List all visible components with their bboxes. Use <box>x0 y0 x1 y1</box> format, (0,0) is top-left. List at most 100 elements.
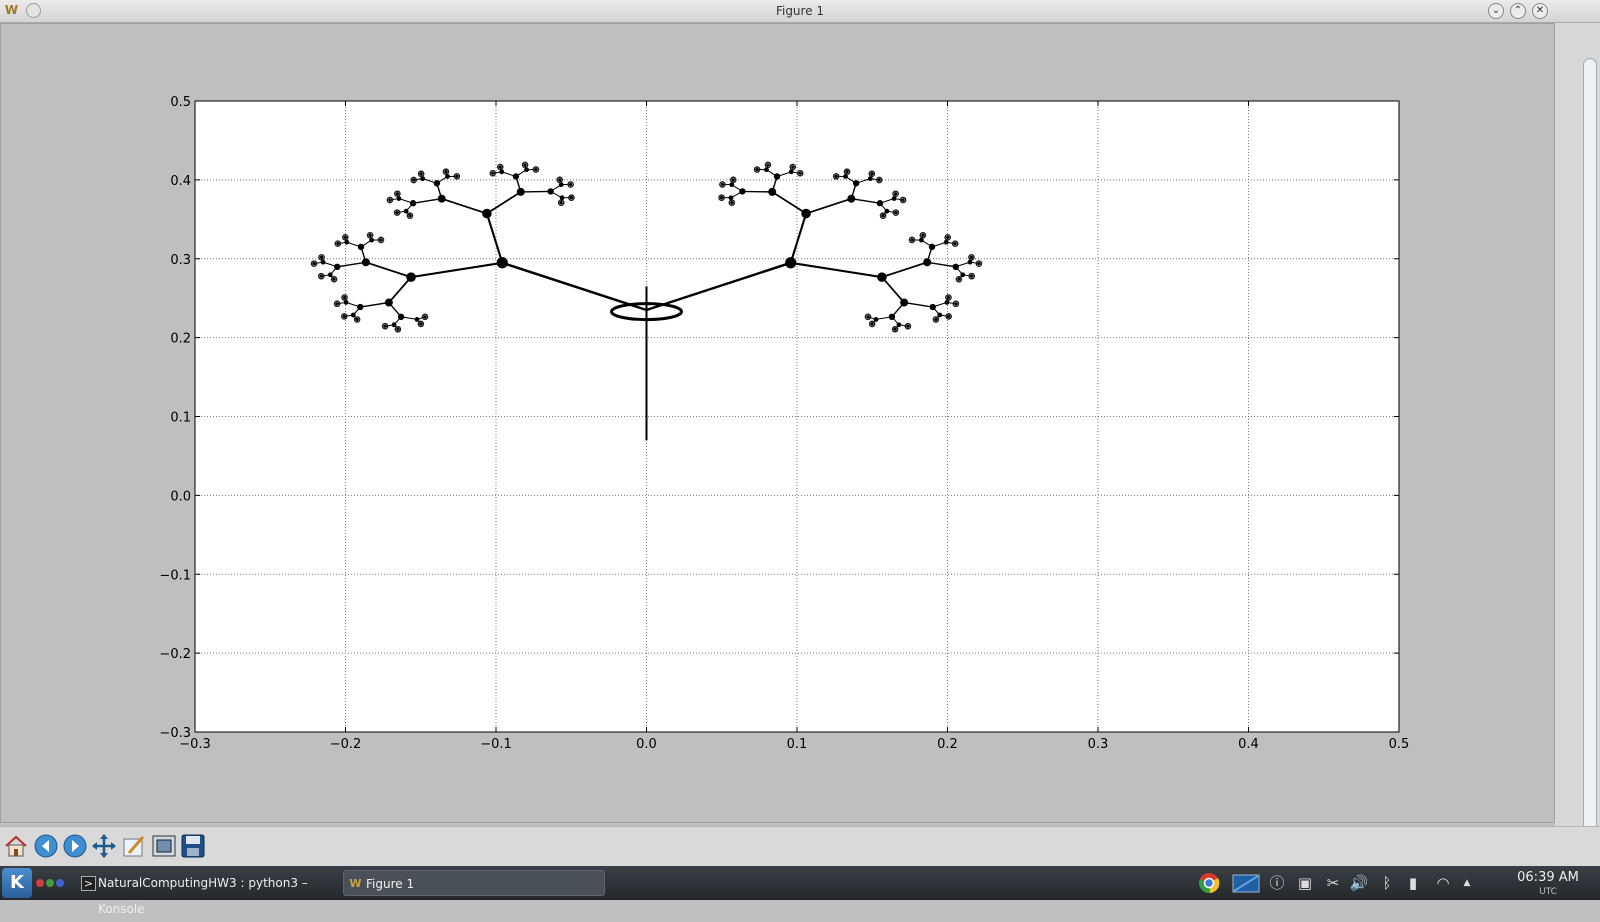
fractal-node <box>970 256 973 259</box>
fractal-node <box>970 275 973 278</box>
fractal-node <box>384 325 387 328</box>
fractal-node <box>901 198 904 201</box>
fractal-node <box>766 163 769 166</box>
fractal-node <box>344 236 347 239</box>
task-label: NaturalComputingHW3 : python3 – Konsole <box>98 876 308 916</box>
bluetooth-icon[interactable]: ᛒ <box>1376 872 1398 894</box>
configure-subplots-icon[interactable] <box>121 833 147 859</box>
info-icon[interactable]: ⓘ <box>1266 872 1288 894</box>
matplotlib-icon: W <box>349 877 362 890</box>
task-figure-1[interactable]: W Figure 1 <box>343 870 605 896</box>
y-tick-label: 0.5 <box>170 95 191 110</box>
fractal-node <box>423 315 426 318</box>
fractal-node <box>420 172 423 175</box>
pan-icon[interactable] <box>91 833 117 859</box>
fractal-node <box>791 165 794 168</box>
y-tick-label: 0.1 <box>170 411 191 426</box>
fractal-node <box>894 192 897 195</box>
fractal-node <box>499 165 502 168</box>
fractal-node <box>732 178 735 181</box>
volume-icon[interactable]: 🔊 <box>1348 872 1370 894</box>
tray-expand-icon[interactable]: ▲ <box>1456 872 1478 894</box>
save-icon[interactable] <box>180 833 206 859</box>
fractal-node <box>934 318 937 321</box>
fractal-branch <box>742 191 772 192</box>
fractal-node <box>396 211 399 214</box>
y-tick-label: −0.1 <box>159 568 191 583</box>
battery-icon[interactable]: ▮ <box>1402 872 1424 894</box>
terminal-icon: > <box>81 876 96 891</box>
y-tick-label: 0.0 <box>170 489 191 504</box>
task-label: Figure 1 <box>366 877 414 891</box>
fractal-node <box>560 201 563 204</box>
fractal-node <box>799 172 802 175</box>
y-tick-label: −0.3 <box>159 726 191 741</box>
zoom-to-rect-icon[interactable] <box>151 833 177 859</box>
fractal-node <box>954 302 957 305</box>
taskbar: K > NaturalComputingHW3 : python3 – Kons… <box>0 866 1600 900</box>
fractal-node <box>721 183 724 186</box>
activities-icon[interactable] <box>34 877 68 889</box>
fractal-node <box>845 170 848 173</box>
fractal-node <box>870 172 873 175</box>
task-konsole[interactable]: > NaturalComputingHW3 : python3 – Konsol… <box>76 870 338 896</box>
fractal-node <box>396 192 399 195</box>
x-tick-label: 0.2 <box>937 737 958 752</box>
fractal-node <box>332 278 335 281</box>
wifi-icon[interactable]: ◠ <box>1432 872 1454 894</box>
fractal-node <box>534 168 537 171</box>
x-tick-label: −0.1 <box>480 737 512 752</box>
fractal-node <box>946 236 949 239</box>
y-tick-label: 0.4 <box>170 174 191 189</box>
kde-menu-button[interactable]: K <box>2 868 32 898</box>
fractal-node <box>894 211 897 214</box>
klipper-clipboard-icon[interactable]: ✂ <box>1322 872 1344 894</box>
y-tick-label: 0.3 <box>170 253 191 268</box>
fractal-node <box>921 234 924 237</box>
fractal-node <box>412 178 415 181</box>
plot-svg: −0.3 −0.2 −0.1 0.0 0.1 0.2 0.3 0.4 0.5 0.5 0.4 0.3… <box>0 0 1555 820</box>
x-tick-label: 0.4 <box>1238 737 1259 752</box>
fractal-node <box>396 328 399 331</box>
x-tick-label: 0.5 <box>1389 737 1410 752</box>
fractal-node <box>570 196 573 199</box>
fractal-node <box>419 322 422 325</box>
fractal-node <box>977 262 980 265</box>
fractal-node <box>455 175 458 178</box>
home-icon[interactable] <box>3 833 29 859</box>
package-notifier-icon[interactable]: ▣ <box>1294 872 1316 894</box>
fractal-node <box>569 183 572 186</box>
fractal-node <box>312 262 315 265</box>
scrollbar[interactable] <box>1583 58 1597 838</box>
fractal-branch <box>521 191 551 192</box>
fractal-node <box>947 296 950 299</box>
x-tick-label: 0.1 <box>787 737 808 752</box>
fractal-node <box>491 172 494 175</box>
fractal-node <box>878 178 881 181</box>
fractal-node <box>947 315 950 318</box>
fractal-node <box>866 315 869 318</box>
x-tick-label: −0.2 <box>330 737 362 752</box>
fractal-node <box>835 175 838 178</box>
fractal-node <box>320 256 323 259</box>
fractal-node <box>320 275 323 278</box>
fractal-node <box>954 242 957 245</box>
x-tick-label: 0.3 <box>1088 737 1109 752</box>
fractal-node <box>335 302 338 305</box>
monitor-icon[interactable] <box>1232 872 1260 894</box>
fractal-node <box>356 318 359 321</box>
fractal-node <box>379 238 382 241</box>
forward-icon[interactable] <box>62 833 88 859</box>
fractal-node <box>730 201 733 204</box>
fractal-node <box>906 325 909 328</box>
fractal-node <box>343 296 346 299</box>
chrome-icon[interactable] <box>1198 872 1220 894</box>
fractal-node <box>343 315 346 318</box>
back-icon[interactable] <box>33 833 59 859</box>
fractal-node <box>893 328 896 331</box>
clock-timezone: UTC <box>1508 885 1588 900</box>
fractal-node <box>336 242 339 245</box>
fractal-node <box>755 168 758 171</box>
clock[interactable]: 06:39 AM UTC <box>1508 870 1588 900</box>
clock-time: 06:39 AM <box>1508 870 1588 885</box>
